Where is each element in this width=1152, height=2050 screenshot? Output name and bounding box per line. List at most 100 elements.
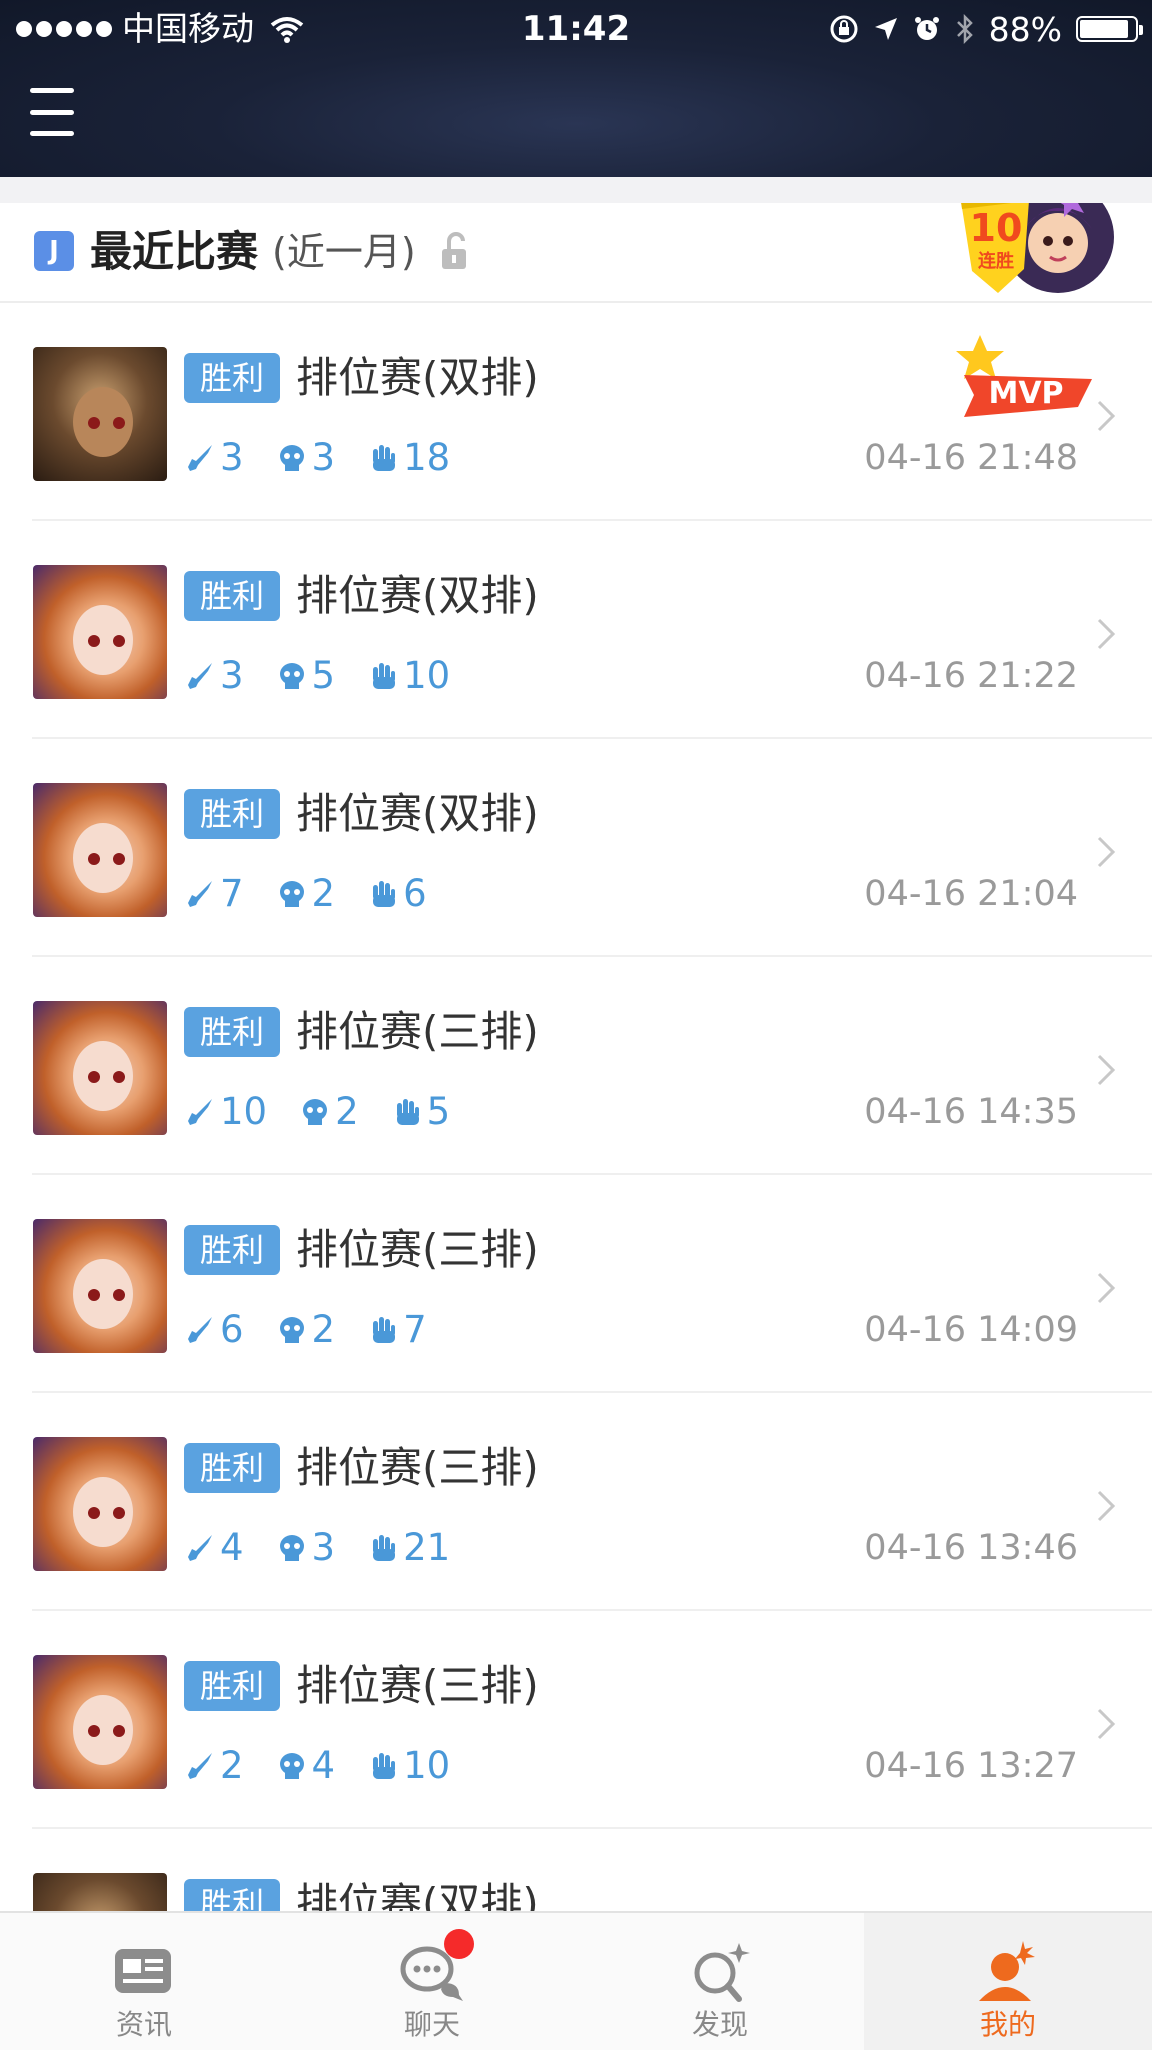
match-mode: 排位赛(三排) — [296, 1007, 539, 1056]
tab-label: 资讯 — [115, 2008, 172, 2041]
chevron-right-icon — [1097, 1490, 1116, 1522]
notification-dot — [444, 1929, 474, 1959]
hero-avatar — [33, 783, 167, 917]
assists-value: 10 — [403, 1744, 451, 1787]
hero-avatar — [33, 1437, 167, 1571]
kills-value: 4 — [220, 1526, 244, 1569]
streak-label: 连胜 — [978, 250, 1014, 272]
result-badge: 胜利 — [184, 1443, 280, 1493]
deaths-icon — [279, 445, 304, 471]
match-mode: 排位赛(双排) — [296, 789, 539, 838]
match-row[interactable]: 胜利 排位赛(三排) 6 2 7 04-16 14:09 — [0, 1175, 1152, 1393]
match-row[interactable]: 胜利 排位赛(三排) 4 3 21 04-16 13:46 — [0, 1393, 1152, 1611]
match-stats: 2 4 10 — [186, 1741, 484, 1791]
assists-value: 18 — [403, 436, 451, 479]
result-badge: 胜利 — [184, 353, 280, 403]
hero-avatar — [33, 1873, 167, 1911]
match-time: 04-16 21:22 — [864, 656, 1078, 696]
match-time: 04-16 13:46 — [864, 1528, 1078, 1568]
assists-icon — [373, 1317, 396, 1343]
assists-icon — [396, 1099, 419, 1125]
news-icon — [115, 1949, 171, 1993]
match-mode: 排位赛(三排) — [296, 1443, 539, 1492]
deaths-icon — [279, 881, 304, 907]
tab-label: 我的 — [979, 2008, 1036, 2041]
result-badge: 胜利 — [184, 1007, 280, 1057]
chevron-right-icon — [1097, 836, 1116, 868]
match-time: 04-16 14:09 — [864, 1310, 1078, 1350]
tab-profile[interactable]: 我的 — [864, 1913, 1152, 2050]
menu-button[interactable] — [30, 88, 74, 136]
streak-number: 10 — [970, 206, 1023, 250]
unlock-icon[interactable] — [440, 231, 470, 271]
discover-icon — [694, 1943, 750, 2002]
deaths-value: 5 — [311, 654, 336, 697]
status-bar: 中国移动 11:42 88% — [0, 0, 1152, 58]
match-time: 04-16 13:27 — [864, 1746, 1078, 1786]
calendar-icon: J — [34, 231, 74, 271]
deaths-value: 4 — [311, 1744, 336, 1787]
match-mode: 排位赛(三排) — [296, 1661, 539, 1710]
deaths-icon — [303, 1099, 328, 1125]
kills-value: 3 — [220, 654, 244, 697]
hero-avatar — [33, 347, 167, 481]
assists-icon — [373, 445, 396, 471]
assists-icon — [373, 1753, 396, 1779]
result-badge: 胜利 — [184, 1225, 280, 1275]
deaths-value: 2 — [311, 1308, 336, 1351]
kills-icon — [188, 881, 212, 907]
match-row[interactable]: 胜利 排位赛(三排) 2 4 10 04-16 13:27 — [0, 1611, 1152, 1829]
tab-news[interactable]: 资讯 — [0, 1913, 288, 2050]
location-icon — [874, 18, 897, 40]
assists-value: 7 — [403, 1308, 427, 1351]
rotation-lock-icon — [830, 15, 858, 43]
deaths-value: 2 — [335, 1090, 359, 1133]
match-row[interactable]: 胜利 排位赛(三排) 10 2 5 04-16 14:35 — [0, 957, 1152, 1175]
assists-value: 6 — [403, 872, 427, 915]
result-badge: 胜利 — [184, 1879, 280, 1911]
match-mode: 排位赛(三排) — [296, 1225, 539, 1274]
kills-icon — [188, 1535, 212, 1561]
deaths-icon — [279, 1753, 304, 1779]
battery-icon — [1076, 16, 1143, 42]
kills-icon — [188, 663, 212, 689]
chevron-right-icon — [1097, 618, 1116, 650]
result-badge: 胜利 — [184, 571, 280, 621]
match-row[interactable]: 胜利 排位赛(双排) 3 5 10 04-16 21:22 — [0, 521, 1152, 739]
battery-level — [1080, 20, 1128, 38]
hero-avatar — [33, 565, 167, 699]
section-header: J 最近比赛 (近一月) 10 连胜 — [0, 203, 1152, 303]
match-stats: 3 5 10 — [186, 651, 484, 701]
recent-matches-card: J 最近比赛 (近一月) 10 连胜 胜利 排位赛(双排) 3 3 18 04-… — [0, 203, 1152, 1911]
section-title: 最近比赛 — [90, 227, 259, 276]
section-subtitle: (近一月) — [272, 230, 416, 274]
tab-discover[interactable]: 发现 — [576, 1913, 864, 2050]
result-badge: 胜利 — [184, 1661, 280, 1711]
kills-icon — [188, 1317, 212, 1343]
match-stats: 7 2 6 — [186, 869, 461, 919]
match-stats: 6 2 7 — [186, 1305, 461, 1355]
match-row[interactable]: 胜利 排位赛(双排) 7 2 6 04-16 21:04 — [0, 739, 1152, 957]
match-row[interactable]: 胜利 排位赛(双排) — [0, 1829, 1152, 1911]
hero-avatar — [33, 1219, 167, 1353]
kills-value: 3 — [220, 436, 244, 479]
kills-icon — [188, 1753, 212, 1779]
deaths-value: 3 — [311, 1526, 336, 1569]
win-streak-badge: 10 连胜 — [961, 203, 1114, 293]
match-time: 04-16 14:35 — [864, 1092, 1078, 1132]
deaths-icon — [279, 1535, 304, 1561]
status-right: 88% — [829, 8, 1143, 50]
tab-chat[interactable]: 聊天 — [288, 1913, 576, 2050]
kills-value: 10 — [220, 1090, 268, 1133]
hero-avatar — [33, 1001, 167, 1135]
tab-label: 聊天 — [403, 2008, 460, 2041]
deaths-icon — [279, 1317, 304, 1343]
header-bar: 中国移动 11:42 88% — [0, 0, 1152, 177]
mvp-label: MVP — [988, 376, 1063, 411]
match-mode: 排位赛(双排) — [296, 353, 539, 402]
assists-icon — [373, 1535, 396, 1561]
alarm-icon — [914, 17, 939, 40]
assists-value: 5 — [426, 1090, 451, 1133]
hero-avatar — [33, 1655, 167, 1789]
mvp-badge: MVP — [956, 335, 1092, 417]
